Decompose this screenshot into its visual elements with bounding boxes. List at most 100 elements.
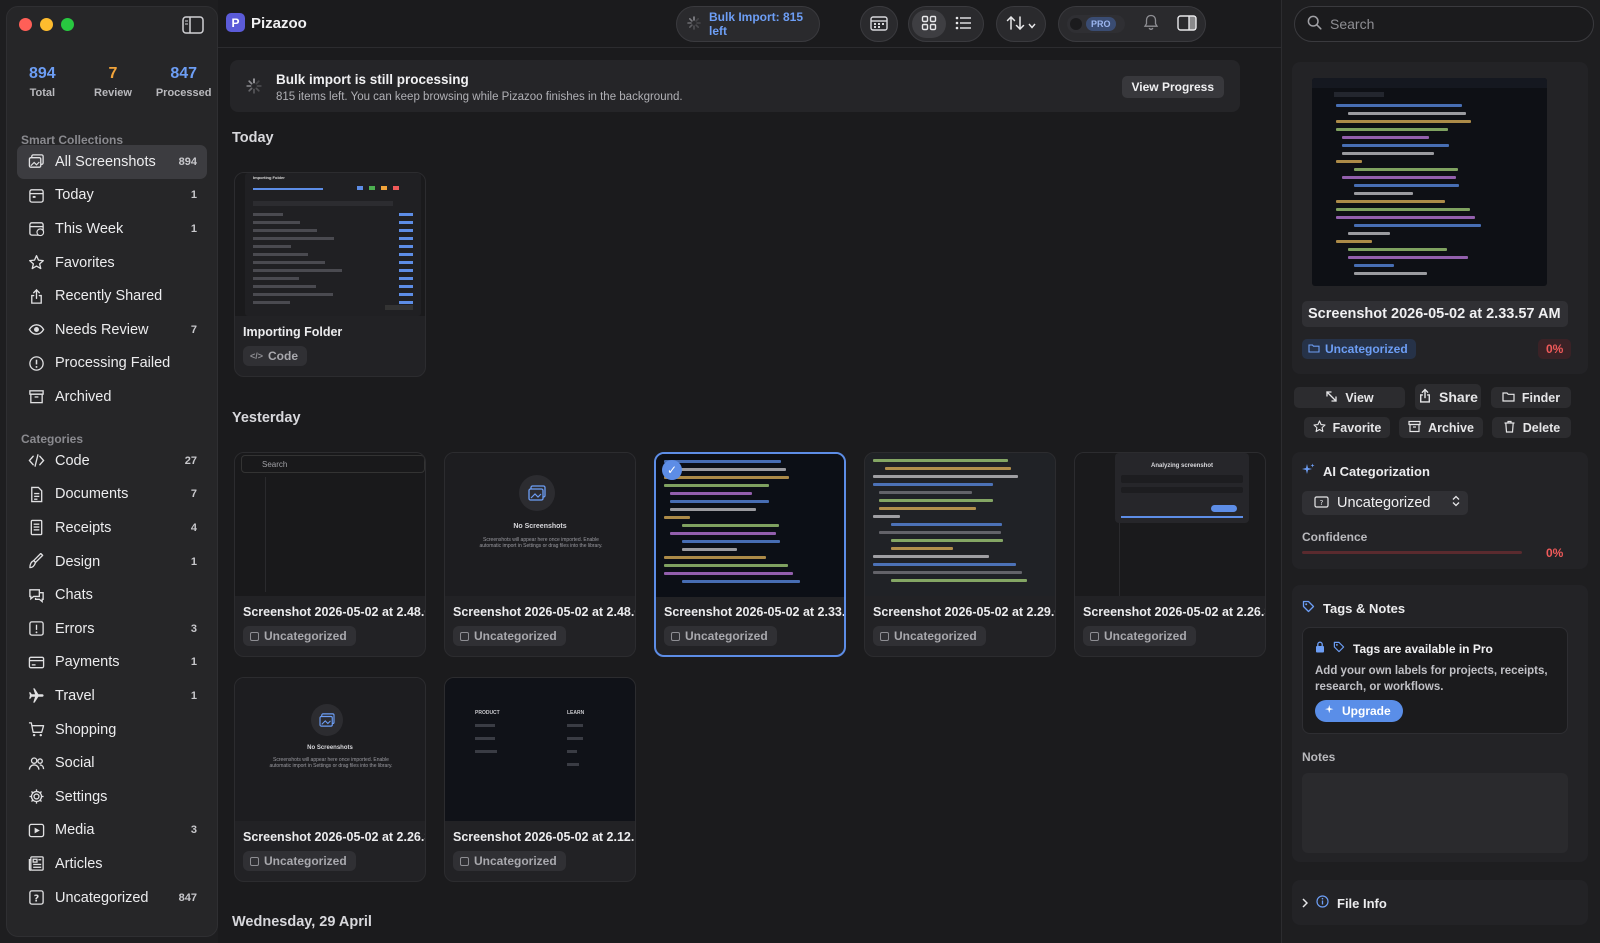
sidebar-item-label: Code <box>55 452 90 469</box>
folder-icon <box>460 631 469 641</box>
card-title: Screenshot 2026-05-02 at 2.12.10 AM <box>453 830 635 844</box>
share-button[interactable]: Share <box>1415 384 1481 410</box>
bell-icon[interactable] <box>1143 14 1159 34</box>
ai-category-select[interactable]: ? Uncategorized <box>1302 491 1468 515</box>
favorite-button[interactable]: Favorite <box>1304 417 1390 438</box>
ai-categorization-heading: AI Categorization <box>1302 463 1430 479</box>
sidebar-item-all-screenshots[interactable]: All Screenshots 894 <box>17 145 207 179</box>
screenshot-card[interactable]: Analyzing screenshot Screenshot 2026-05-… <box>1074 452 1266 657</box>
search-input[interactable] <box>1330 16 1580 32</box>
screenshot-card[interactable]: Search Screenshot 2026-05-02 at 2.48.01 … <box>234 452 426 657</box>
screenshot-preview-image[interactable] <box>1312 78 1547 286</box>
folder-icon <box>1090 631 1099 641</box>
sidebar-item-label: Errors <box>55 620 95 637</box>
confidence-bar <box>1302 551 1522 554</box>
sidebar-item-count: 3 <box>190 622 197 635</box>
bulk-import-button[interactable]: Bulk Import: 815 left <box>676 6 820 42</box>
pro-upsell-title: Tags are available in Pro <box>1353 641 1493 656</box>
sidebar-item-count: 7 <box>190 323 197 336</box>
calendar-button[interactable] <box>860 6 898 42</box>
pro-toggle[interactable]: PRO <box>1067 15 1125 33</box>
search-field[interactable] <box>1294 6 1594 42</box>
sort-menu-button[interactable] <box>996 6 1046 42</box>
sidebar-item-processing-failed[interactable]: Processing Failed <box>17 347 207 381</box>
chat-icon <box>27 586 45 604</box>
screenshot-card-selected[interactable]: ✓ Screenshot 2026-05-02 at 2.33.57 AM Un… <box>654 452 846 657</box>
grid-icon <box>921 15 937 34</box>
view-button[interactable]: View <box>1294 387 1405 408</box>
sidebar-item-count: 7 <box>190 488 197 501</box>
screenshot-card[interactable]: Screenshot 2026-05-02 at 2.29.00 AM Unca… <box>864 452 1056 657</box>
folder-icon <box>460 856 469 866</box>
sidebar-item-uncategorized[interactable]: ? Uncategorized 847 <box>17 881 207 915</box>
photos-icon <box>519 475 555 511</box>
finder-button[interactable]: Finder <box>1491 387 1571 408</box>
screenshot-card[interactable]: PRODUCT LEARN Screenshot 2026-05-02 at 2… <box>444 677 636 882</box>
sparkles-icon <box>1302 463 1315 479</box>
minimize-window-button[interactable] <box>40 18 53 31</box>
sidebar-item-archived[interactable]: Archived <box>17 380 207 414</box>
group-heading-wednesday: Wednesday, 29 April <box>232 914 372 930</box>
code-icon <box>27 452 45 470</box>
sidebar-item-favorites[interactable]: Favorites <box>17 246 207 280</box>
sidebar-item-errors[interactable]: Errors 3 <box>17 612 207 646</box>
sidebar-item-needs-review[interactable]: Needs Review 7 <box>17 313 207 347</box>
detail-category-badge[interactable]: Uncategorized <box>1302 339 1416 359</box>
sidebar-item-articles[interactable]: Articles <box>17 847 207 881</box>
screenshot-card[interactable]: No Screenshots Screenshots will appear h… <box>444 452 636 657</box>
sidebar-item-settings[interactable]: Settings <box>17 780 207 814</box>
bulk-import-label: Bulk Import: 815 left <box>709 10 804 38</box>
tag-label: Uncategorized <box>1104 629 1187 643</box>
sidebar-item-count: 1 <box>190 555 197 568</box>
file-info-disclosure[interactable]: File Info <box>1302 895 1387 911</box>
empty-state-subtitle: Screenshots will appear here once import… <box>479 537 603 549</box>
card-thumbnail: Search <box>235 453 425 596</box>
play-icon <box>27 821 45 839</box>
screenshot-card[interactable]: No Screenshots Screenshots will appear h… <box>234 677 426 882</box>
thumb-search-field: Search <box>241 455 425 473</box>
sidebar-item-label: Settings <box>55 788 108 805</box>
zoom-window-button[interactable] <box>61 18 74 31</box>
app-logo-icon: P <box>226 13 245 32</box>
tag-icon <box>1302 600 1315 616</box>
chevron-updown-icon <box>1452 495 1460 511</box>
list-icon <box>955 16 972 33</box>
sidebar-item-label: Processing Failed <box>55 355 171 372</box>
sidebar-item-media[interactable]: Media 3 <box>17 814 207 848</box>
sidebar-item-count: 1 <box>190 222 197 235</box>
upgrade-button[interactable]: Upgrade <box>1315 700 1403 722</box>
right-tools: PRO <box>1058 6 1206 42</box>
delete-button[interactable]: Delete <box>1492 417 1571 438</box>
sidebar-item-count: 1 <box>190 656 197 669</box>
tag-label: Uncategorized <box>264 629 347 643</box>
sidebar-item-social[interactable]: Social <box>17 746 207 780</box>
sidebar-item-shopping[interactable]: Shopping <box>17 713 207 747</box>
screenshot-card[interactable]: Importing Folder Importing Folder </> Co… <box>234 172 426 377</box>
sidebar-item-today[interactable]: Today 1 <box>17 179 207 213</box>
sidebar-item-code[interactable]: Code 27 <box>17 444 207 478</box>
grid-view-button[interactable] <box>912 10 946 38</box>
sidebar-item-receipts[interactable]: Receipts 4 <box>17 511 207 545</box>
people-icon <box>27 754 45 772</box>
sidebar-item-design[interactable]: Design 1 <box>17 545 207 579</box>
close-window-button[interactable] <box>19 18 32 31</box>
stat-total: 894 Total <box>7 65 78 99</box>
notes-textarea[interactable] <box>1302 773 1568 853</box>
sidebar-item-chats[interactable]: Chats <box>17 578 207 612</box>
list-view-button[interactable] <box>946 10 980 38</box>
sidebar-toggle-icon[interactable] <box>182 16 204 34</box>
sidebar-item-documents[interactable]: Documents 7 <box>17 478 207 512</box>
credit-card-icon <box>27 653 45 671</box>
banner-subtitle: 815 items left. You can keep browsing wh… <box>276 91 683 103</box>
thumb-importing-label: Importing Folder <box>253 175 285 180</box>
info-icon <box>1316 895 1329 911</box>
folder-icon <box>1308 342 1320 356</box>
sidebar-item-this-week[interactable]: This Week 1 <box>17 212 207 246</box>
sidebar-item-recently-shared[interactable]: Recently Shared <box>17 279 207 313</box>
sidebar-item-payments[interactable]: Payments 1 <box>17 646 207 680</box>
inspector-toggle-icon[interactable] <box>1177 14 1197 34</box>
svg-text:?: ? <box>33 893 38 904</box>
view-progress-button[interactable]: View Progress <box>1121 76 1224 98</box>
sidebar-item-travel[interactable]: Travel 1 <box>17 679 207 713</box>
archive-button[interactable]: Archive <box>1399 417 1483 438</box>
